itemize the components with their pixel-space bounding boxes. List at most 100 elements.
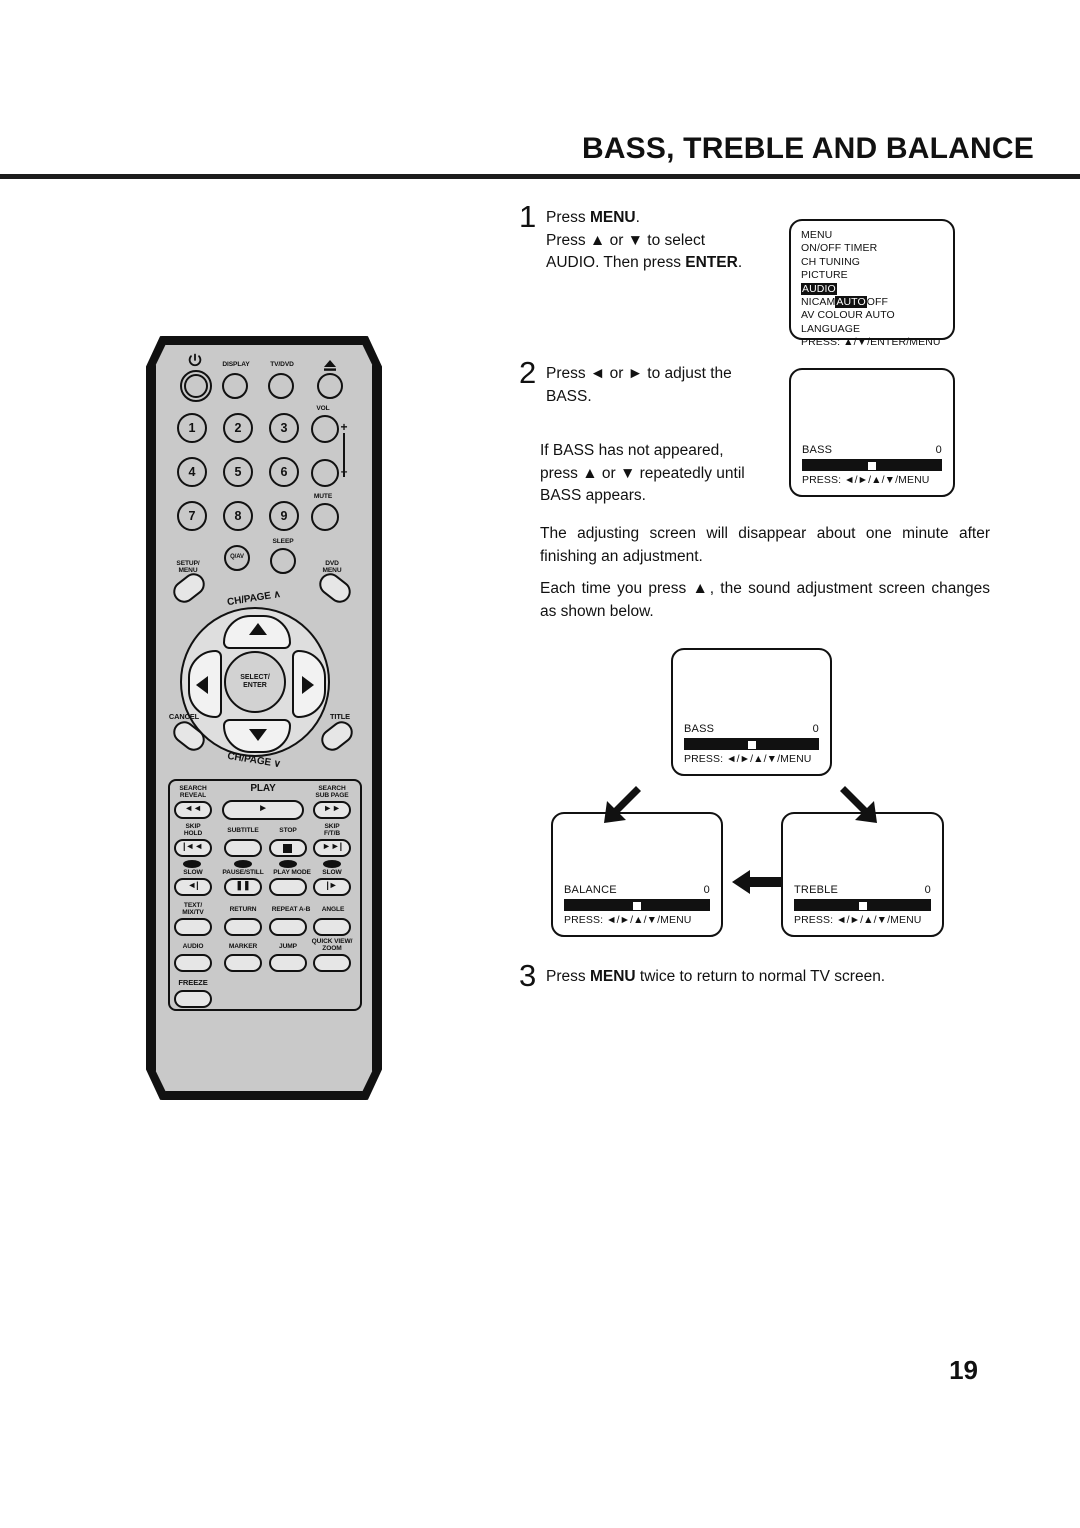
osd-cycle-treble-row: TREBLE 0 <box>794 884 931 896</box>
cancel-label: CANCEL <box>168 712 200 721</box>
slow-forward-icon: |► <box>326 880 338 890</box>
osd-bass-row: BASS 0 <box>802 444 942 456</box>
repeat-ab-button[interactable] <box>269 918 307 936</box>
fast-forward-icon: ►► <box>323 803 341 813</box>
step-2-text: Press ◄ or ► to adjust the BASS. <box>519 363 769 408</box>
jump-label: JUMP <box>279 943 297 950</box>
digit-1-label: 1 <box>188 421 196 435</box>
step-2: 2 Press ◄ or ► to adjust the BASS. <box>519 357 769 408</box>
step-1-line2: Press ▲ or ▼ to select <box>546 231 706 249</box>
stop-icon <box>283 844 292 853</box>
freeze-button[interactable] <box>174 990 212 1008</box>
osd-cycle-treble-slider <box>794 899 931 911</box>
step-1-line1-pre: Press <box>546 209 590 226</box>
osd-nicam-label: NICAM <box>801 296 836 309</box>
osd-bass-press-hint: PRESS: ◄/►/▲/▼/MENU <box>802 474 930 486</box>
osd-bass-slider-knob <box>868 462 876 470</box>
digit-8-label: 8 <box>234 509 242 523</box>
ch-page-down-caret-icon: ∨ <box>272 758 282 771</box>
power-icon <box>188 353 202 367</box>
quick-view-zoom-button[interactable] <box>313 954 351 972</box>
step-2-note-line1: If BASS has not appeared, <box>540 442 724 459</box>
volume-up-button[interactable] <box>311 415 339 443</box>
freeze-label: FREEZE <box>178 978 208 987</box>
osd-cycle-treble-value: 0 <box>924 884 931 896</box>
marker-button[interactable] <box>224 954 262 972</box>
osd-cycle-balance-body: BALANCE 0 PRESS: ◄/►/▲/▼/MENU <box>564 884 710 926</box>
audio-button[interactable] <box>174 954 212 972</box>
text-mix-tv-button[interactable] <box>174 918 212 936</box>
nav-right-arrow-icon <box>302 676 314 694</box>
display-button[interactable] <box>222 373 248 399</box>
angle-button[interactable] <box>313 918 351 936</box>
step-2-note-line2: press ▲ or ▼ repeatedly until <box>540 464 745 482</box>
pause-icon: ❚❚ <box>235 880 251 890</box>
step-3-number: 3 <box>519 958 537 993</box>
digit-2-label: 2 <box>234 421 242 435</box>
step-2-number: 2 <box>519 355 537 390</box>
osd-cycle-bass-slider-knob <box>747 741 756 749</box>
timeout-paragraph: The adjusting screen will disappear abou… <box>540 525 990 565</box>
osd-nicam-off: OFF <box>866 296 889 309</box>
step-1-menu-keyword: MENU <box>589 209 636 226</box>
play-mode-button[interactable] <box>269 878 307 896</box>
nav-up-arrow-icon <box>249 623 267 635</box>
osd-cycle-treble-press-hint: PRESS: ◄/►/▲/▼/MENU <box>794 914 922 926</box>
osd-item-on-off-timer: ON/OFF TIMER <box>801 242 878 255</box>
ch-page-up-text: CH/PAGE <box>226 590 272 609</box>
dvd-menu-button[interactable] <box>314 568 356 608</box>
digit-7-label: 7 <box>188 509 196 523</box>
power-button-inner[interactable] <box>184 374 208 398</box>
osd-bass-slider <box>802 459 942 471</box>
osd-item-audio-row: AUDIO <box>801 282 945 296</box>
setup-menu-button[interactable] <box>168 568 210 608</box>
skip-back-icon: |◄◄ <box>182 841 204 851</box>
volume-down-button[interactable] <box>311 459 339 487</box>
play-mode-dot-icon <box>279 860 297 868</box>
arrow-treble-to-balance-icon <box>732 870 782 894</box>
osd-cycle-treble-label: TREBLE <box>794 884 838 896</box>
osd-cycle-balance-label: BALANCE <box>564 884 617 896</box>
select-enter-button[interactable]: SELECT/ ENTER <box>224 651 286 713</box>
osd-cycle-balance: BALANCE 0 PRESS: ◄/►/▲/▼/MENU <box>551 812 723 937</box>
select-enter-label: SELECT/ ENTER <box>240 674 270 690</box>
step-2-note: If BASS has not appeared, press ▲ or ▼ r… <box>540 440 790 508</box>
select-enter-label-line2: ENTER <box>243 682 267 689</box>
rewind-icon: ◄◄ <box>184 803 202 813</box>
skip-hold-label-line2: HOLD <box>183 830 203 837</box>
remote-control: DISPLAY TV/DVD 1 2 3 4 5 6 7 8 9 VOL + M… <box>146 336 382 1100</box>
subtitle-label: SUBTITLE <box>227 827 259 834</box>
osd-item-nicam-row: NICAMAUTOOFF <box>801 296 945 309</box>
select-enter-label-line1: SELECT/ <box>240 674 270 681</box>
osd-item-language: LANGUAGE <box>801 322 861 335</box>
step-2-note-line3: BASS appears. <box>540 487 646 504</box>
return-button[interactable] <box>224 918 262 936</box>
arrow-balance-to-bass-icon <box>604 786 641 823</box>
step-2-line2: BASS. <box>546 387 592 405</box>
mute-label: MUTE <box>313 493 333 500</box>
osd-cycle-treble: TREBLE 0 PRESS: ◄/►/▲/▼/MENU <box>781 812 944 937</box>
osd-cycle-balance-slider <box>564 899 710 911</box>
jump-button[interactable] <box>269 954 307 972</box>
pause-still-dot-icon <box>234 860 252 868</box>
osd-main-menu-press-hint: PRESS: ▲/▼/ENTER/MENU <box>801 336 941 349</box>
digit-9-label: 9 <box>280 509 288 523</box>
marker-label: MARKER <box>228 943 258 950</box>
eject-button[interactable] <box>317 373 343 399</box>
ch-page-up-caret-icon: ∧ <box>272 588 282 601</box>
step-3-text: Press MENU twice to return to normal TV … <box>519 966 989 989</box>
osd-item-menu: MENU <box>801 229 833 241</box>
arrow-bass-to-treble-icon <box>840 786 877 823</box>
slow-reverse-icon: ◄| <box>187 880 199 890</box>
remote-face: DISPLAY TV/DVD 1 2 3 4 5 6 7 8 9 VOL + M… <box>155 344 373 1092</box>
step-3-menu-keyword: MENU <box>589 968 636 985</box>
subtitle-button[interactable] <box>224 839 262 857</box>
sleep-button[interactable] <box>270 548 296 574</box>
vol-plus-label: + <box>340 420 348 434</box>
q-av-label: Q/AV <box>230 554 244 560</box>
angle-label: ANGLE <box>321 906 345 913</box>
mute-button[interactable] <box>311 503 339 531</box>
tv-dvd-button[interactable] <box>268 373 294 399</box>
step-1-enter-keyword: ENTER <box>685 254 738 271</box>
cycle-intro-paragraph: Each time you press ▲, the sound adjustm… <box>540 580 990 620</box>
